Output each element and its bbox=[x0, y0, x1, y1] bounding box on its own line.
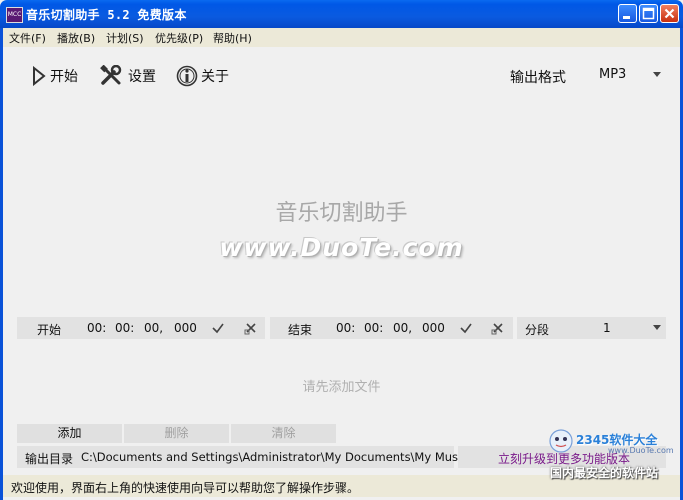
about-button[interactable]: 关于 bbox=[176, 64, 229, 88]
toolbar: 开始 设置 关于 输出格式 MP3 bbox=[3, 47, 680, 105]
end-seconds[interactable]: 00, bbox=[393, 321, 412, 335]
start-hours[interactable]: 00: bbox=[87, 321, 106, 335]
output-directory-label: 输出目录 bbox=[25, 452, 74, 466]
menu-help[interactable]: 帮助(H) bbox=[213, 30, 252, 46]
start-seconds[interactable]: 00, bbox=[144, 321, 163, 335]
output-directory-path[interactable]: C:\Documents and Settings\Administrator\… bbox=[81, 450, 471, 464]
segment-label: 分段 bbox=[525, 323, 550, 337]
check-icon[interactable] bbox=[459, 321, 473, 335]
close-icon bbox=[664, 8, 675, 19]
end-time-label: 结束 bbox=[288, 323, 313, 337]
maximize-icon bbox=[642, 7, 655, 20]
info-icon bbox=[176, 65, 198, 87]
delete-button[interactable]: 删除 bbox=[124, 424, 229, 443]
start-time-panel: 开始 00: 00: 00, 000 bbox=[17, 317, 265, 339]
chevron-down-icon bbox=[653, 325, 661, 330]
output-format-value: MP3 bbox=[599, 67, 627, 82]
menu-file[interactable]: 文件(F) bbox=[9, 30, 46, 46]
watermark-text: www.DuoTe.com bbox=[219, 233, 464, 262]
chevron-down-icon bbox=[653, 72, 661, 77]
output-format-label: 输出格式 bbox=[510, 70, 566, 86]
end-hours[interactable]: 00: bbox=[336, 321, 355, 335]
menu-play[interactable]: 播放(B) bbox=[57, 30, 95, 46]
mascot-logo-icon bbox=[549, 429, 573, 453]
start-button[interactable]: 开始 bbox=[31, 64, 78, 88]
start-time-label: 开始 bbox=[37, 323, 62, 337]
menu-priority[interactable]: 优先级(P) bbox=[155, 30, 203, 46]
end-milliseconds[interactable]: 000 bbox=[422, 321, 445, 335]
corner-logo-site: www.DuoTe.com bbox=[608, 446, 674, 455]
tools-icon bbox=[100, 65, 122, 85]
start-minutes[interactable]: 00: bbox=[115, 321, 134, 335]
clear-x-icon[interactable] bbox=[244, 321, 258, 335]
play-icon bbox=[33, 66, 46, 86]
output-directory-panel: 输出目录 C:\Documents and Settings\Administr… bbox=[17, 446, 471, 468]
corner-logo: 2345软件大全 www.DuoTe.com 国内最安全的软件站 bbox=[546, 428, 680, 484]
maximize-button[interactable] bbox=[639, 4, 658, 23]
output-format-select[interactable]: MP3 bbox=[593, 63, 665, 87]
minimize-button[interactable] bbox=[618, 4, 637, 23]
clear-button[interactable]: 清除 bbox=[231, 424, 336, 443]
start-milliseconds[interactable]: 000 bbox=[174, 321, 197, 335]
segment-panel[interactable]: 分段 1 bbox=[517, 317, 666, 339]
menu-schedule[interactable]: 计划(S) bbox=[106, 30, 144, 46]
corner-logo-slogan: 国内最安全的软件站 bbox=[550, 466, 659, 480]
menu-bar: 文件(F) 播放(B) 计划(S) 优先级(P) 帮助(H) bbox=[3, 28, 680, 47]
about-button-label: 关于 bbox=[201, 69, 229, 85]
settings-button[interactable]: 设置 bbox=[99, 64, 156, 88]
end-minutes[interactable]: 00: bbox=[364, 321, 383, 335]
clear-x-icon[interactable] bbox=[491, 321, 505, 335]
settings-button-label: 设置 bbox=[128, 69, 156, 85]
app-icon: MCC bbox=[6, 7, 23, 23]
minimize-icon bbox=[623, 16, 630, 19]
check-icon[interactable] bbox=[211, 321, 225, 335]
add-button[interactable]: 添加 bbox=[17, 424, 122, 443]
center-app-name: 音乐切割助手 bbox=[275, 201, 408, 226]
close-button[interactable] bbox=[660, 4, 679, 23]
status-text: 欢迎使用，界面右上角的快速使用向导可以帮助您了解操作步骤。 bbox=[11, 481, 360, 495]
segment-value: 1 bbox=[603, 321, 611, 335]
start-button-label: 开始 bbox=[50, 69, 78, 85]
empty-hint: 请先添加文件 bbox=[302, 380, 381, 395]
end-time-panel: 结束 00: 00: 00, 000 bbox=[270, 317, 513, 339]
window-title: 音乐切割助手 5.2 免费版本 bbox=[26, 8, 187, 22]
